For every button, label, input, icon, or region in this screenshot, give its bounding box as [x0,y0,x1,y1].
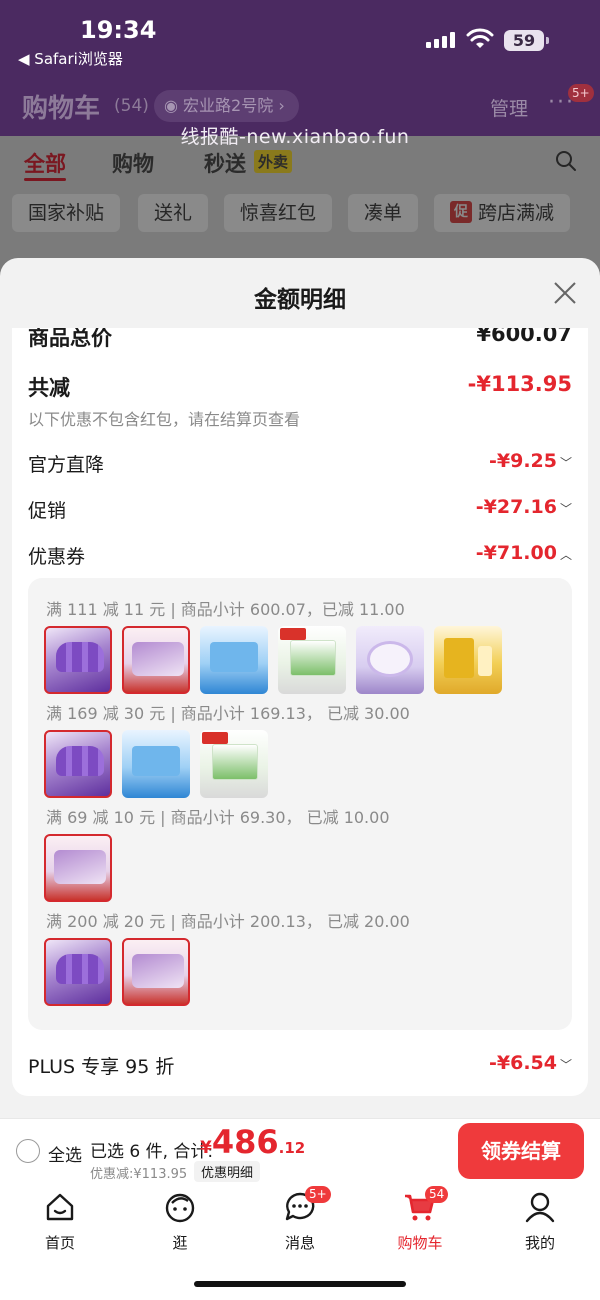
product-thumbnail[interactable] [44,938,112,1006]
select-all-radio[interactable] [16,1139,40,1163]
search-icon[interactable] [555,150,577,172]
address-text: 宏业路2号院 [183,96,274,115]
close-icon[interactable] [552,280,578,306]
product-thumbnail[interactable] [434,626,502,694]
messages-badge: 5+ [305,1186,331,1203]
tab-shopping[interactable]: 购物 [112,148,154,178]
home-icon [46,1193,74,1221]
home-indicator [194,1281,406,1287]
product-thumbnail[interactable] [356,626,424,694]
coupon-toggle[interactable]: -¥71.00 ︿ [476,542,572,564]
header: 19:34 ◀ Safari浏览器 59 购物车 (54) ◉ 宏业路2号院 ›… [0,0,600,136]
product-thumbnail[interactable] [44,626,112,694]
takeout-tag: 外卖 [254,150,293,173]
status-bar: 19:34 ◀ Safari浏览器 59 [0,14,600,68]
chip-gift[interactable]: 送礼 [138,194,209,232]
tabbar-home[interactable]: 首页 [20,1190,100,1253]
more-badge: 5+ [568,84,594,102]
official-drop-label: 官方直降 [28,454,105,476]
promo-tag-icon: 促 [450,200,472,223]
chip-national-subsidy[interactable]: 国家补贴 [12,194,121,232]
promotion-toggle[interactable]: -¥27.16 ﹀ [476,496,572,518]
manage-button[interactable]: 管理 [490,94,528,121]
tabbar-cart-label: 购物车 [397,1234,443,1252]
chip-add-on[interactable]: 凑单 [348,194,419,232]
product-thumbnail[interactable] [122,730,190,798]
battery-icon: 59 [504,30,549,51]
claim-and-checkout-button[interactable]: 领券结算 [458,1123,584,1179]
official-drop-toggle[interactable]: -¥9.25 ﹀ [489,450,572,472]
wifi-icon [466,28,494,48]
tabbar-messages-label: 消息 [284,1234,315,1252]
promotion-label: 促销 [28,500,67,522]
chip-cross-store-discount[interactable]: 促跨店满减 [434,194,571,232]
tab-all[interactable]: 全部 [24,148,66,178]
coupon-value: -¥71.00 [475,542,557,564]
select-all-label[interactable]: 全选 [48,1141,82,1166]
goods-total-value: ¥600.07 [476,328,572,346]
page-title: 购物车 [22,94,101,124]
official-drop-value: -¥9.25 [489,450,557,472]
filter-chips: 国家补贴 送礼 惊喜红包 凑单 促跨店满减 [0,188,600,260]
coupon-detail-box: 满 111 减 11 元 | 商品小计 600.07，已减 11.00 满 16… [28,578,572,1030]
coupon-condition-1: 满 111 减 11 元 | 商品小计 600.07，已减 11.00 [46,600,405,619]
chevron-right-icon: › [273,96,285,115]
coupon-condition-3: 满 69 减 10 元 | 商品小计 69.30， 已减 10.00 [46,808,390,827]
total-discount-label: 共减 [28,376,70,400]
cart-badge: 54 [425,1186,449,1203]
plus-discount-toggle[interactable]: -¥6.54 ﹀ [489,1052,572,1074]
total-decimal: .12 [278,1139,306,1157]
chevron-down-icon: ﹀ [559,502,572,516]
tabbar-stroll[interactable]: 逛 [140,1190,220,1253]
cart-count: (54) [114,96,149,116]
profile-icon [525,1192,555,1223]
discount-detail-link[interactable]: 优惠明细 [194,1161,261,1182]
tab-underline [24,178,66,181]
tabbar-me-label: 我的 [524,1234,555,1252]
product-thumbnail[interactable] [122,626,190,694]
total-discount-value: -¥113.95 [467,372,572,396]
product-thumbnail[interactable] [44,730,112,798]
saved-amount: 优惠减:¥113.95 [90,1167,188,1182]
coupon-condition-4: 满 200 减 20 元 | 商品小计 200.13， 已减 20.00 [46,912,410,931]
product-thumbnail[interactable] [200,626,268,694]
tab-instant[interactable]: 秒送 [204,148,246,178]
product-thumbnail[interactable] [200,730,268,798]
back-to-safari-link[interactable]: ◀ Safari浏览器 [18,48,123,69]
status-time: 19:34 [80,16,157,44]
tabbar-stroll-label: 逛 [172,1234,188,1252]
total-currency: ¥ [200,1138,212,1158]
plus-discount-label: PLUS 专享 95 折 [28,1056,175,1078]
plus-discount-value: -¥6.54 [489,1052,557,1074]
tabbar-home-label: 首页 [44,1234,75,1252]
stroll-face-icon [165,1193,195,1223]
coupon-label: 优惠券 [28,546,86,568]
goods-total-label: 商品总价 [28,328,112,350]
product-thumbnail[interactable] [122,938,190,1006]
tabbar-messages[interactable]: 5+ 消息 [260,1186,340,1253]
watermark: 线报酷-new.xianbao.fun [180,126,410,148]
selected-count: 已选 6 件, 合计: [90,1142,214,1162]
eye-icon: ◉ [164,96,184,115]
chip-cross-store-label: 跨店满减 [478,202,555,224]
coupon-condition-2: 满 169 减 30 元 | 商品小计 169.13， 已减 30.00 [46,704,410,723]
total-price: ¥486.12 [200,1123,305,1161]
product-thumbnail[interactable] [44,834,112,902]
address-selector[interactable]: ◉ 宏业路2号院 › [154,90,299,122]
tabbar-cart[interactable]: 54 购物车 [380,1186,460,1253]
tabbar-me[interactable]: 我的 [500,1190,580,1253]
promotion-value: -¥27.16 [475,496,557,518]
product-thumbnail[interactable] [278,626,346,694]
total-integer: 486 [211,1123,279,1161]
chip-surprise-redpacket[interactable]: 惊喜红包 [224,194,333,232]
redpacket-hint: 以下优惠不包含红包，请在结算页查看 [28,410,301,429]
cellular-signal-icon [426,32,456,48]
amount-detail-card: 商品总价 ¥600.07 共减 -¥113.95 以下优惠不包含红包，请在结算页… [12,328,588,1096]
chevron-down-icon: ﹀ [559,1058,572,1072]
chevron-up-icon: ︿ [559,548,572,562]
amount-detail-sheet: 金额明细 商品总价 ¥600.07 共减 -¥113.95 以下优惠不包含红包，… [0,258,600,1118]
checkout-bar: 全选 已选 6 件, 合计: ¥486.12 优惠减:¥113.95 优惠明细 … [0,1118,600,1184]
chevron-down-icon: ﹀ [559,456,572,470]
sheet-title: 金额明细 [254,287,346,313]
